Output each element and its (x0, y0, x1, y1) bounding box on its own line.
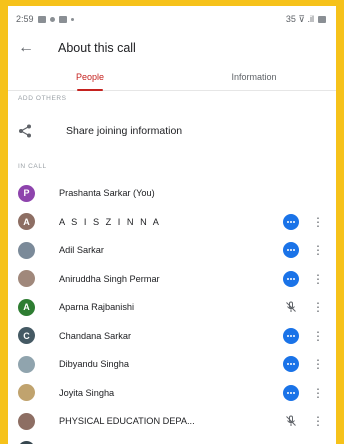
audio-active-icon (280, 327, 302, 344)
avatar (18, 241, 35, 259)
back-arrow-icon[interactable]: ← (18, 39, 58, 57)
audio-active-icon (280, 242, 302, 259)
status-right-text: 35 ⊽ .il (285, 13, 314, 24)
avatar: A (18, 298, 35, 316)
more-options-icon[interactable]: ⋮ (310, 330, 326, 342)
tab-bar: People Information (8, 64, 336, 91)
status-time: 2:59 (16, 14, 34, 24)
gallery-icon (37, 15, 46, 23)
avatar (18, 384, 35, 402)
status-bar: 2:59 35 ⊽ .il (8, 6, 336, 32)
participant-row[interactable]: SSumitra Sarkar⋮ (8, 436, 336, 444)
participant-name: Adil Sarkar (59, 245, 104, 256)
participant-row[interactable]: PPrashanta Sarkar (You)⋮ (8, 179, 336, 208)
participant-row[interactable]: Joyita Singha ⋮ (8, 379, 336, 408)
participant-row[interactable]: A Aparna Rajbanishi ⋮ (8, 293, 336, 322)
tab-people[interactable]: People (8, 64, 172, 90)
more-options-icon[interactable]: ⋮ (310, 387, 326, 399)
more-options-icon[interactable]: ⋮ (310, 415, 326, 427)
mic-off-icon (280, 415, 302, 427)
audio-active-icon (280, 356, 302, 373)
share-joining-info-row[interactable]: Share joining information (8, 111, 336, 151)
avatar (18, 355, 35, 373)
participant-list: P Prashanta Sarkar (You) ⋮ A A S I S Z I N N… (8, 179, 336, 444)
participant-name: Prashanta Sarkar (You) (59, 188, 155, 199)
section-add-others: ADD OTHERS (18, 95, 67, 102)
avatar (18, 412, 35, 430)
more-options-icon[interactable]: ⋮ (310, 273, 326, 285)
participant-name: Aparna Rajbanishi (59, 302, 135, 313)
participant-row[interactable]: Dibyandu Singha ⋮ (8, 350, 336, 379)
participant-name: PHYSICAL EDUCATION DEPA... (59, 416, 195, 427)
participant-row[interactable]: Aniruddha Singh Permar ⋮ (8, 265, 336, 294)
more-options-icon[interactable]: ⋮ (310, 244, 326, 256)
avatar (18, 270, 35, 288)
battery-icon (318, 15, 326, 23)
avatar: P (18, 184, 35, 202)
participant-name: Joyita Singha (59, 387, 115, 398)
audio-active-icon (280, 270, 302, 287)
app-bar: ← About this call (8, 32, 336, 64)
participant-name: A S I S Z I N N A (59, 216, 161, 227)
page-title: About this call (58, 41, 136, 55)
phone-screen: 2:59 35 ⊽ .il ← About this call People I… (8, 6, 336, 444)
participant-name: Aniruddha Singh Permar (59, 273, 160, 284)
more-options-icon[interactable]: ⋮ (310, 358, 326, 370)
participant-name: Chandana Sarkar (59, 330, 132, 341)
tab-information[interactable]: Information (172, 64, 336, 90)
audio-active-icon (280, 213, 302, 230)
share-icon (18, 124, 46, 138)
section-in-call: IN CALL (18, 163, 47, 170)
share-label: Share joining information (66, 125, 183, 137)
participant-row[interactable]: C Chandana Sarkar ⋮ (8, 322, 336, 351)
participant-name: Dibyandu Singha (59, 359, 129, 370)
avatar: A (18, 213, 35, 231)
settings-icon (49, 16, 55, 22)
chat-icon (58, 15, 67, 23)
participant-row[interactable]: PHYSICAL EDUCATION DEPA... ⋮ (8, 407, 336, 436)
status-left: 2:59 (16, 14, 74, 24)
more-options-icon[interactable]: ⋮ (310, 301, 326, 313)
more-options-icon[interactable]: ⋮ (310, 216, 326, 228)
participant-row[interactable]: Adil Sarkar ⋮ (8, 236, 336, 265)
participant-row[interactable]: A A S I S Z I N N A ⋮ (8, 208, 336, 237)
audio-active-icon (280, 384, 302, 401)
mic-off-icon (280, 301, 302, 313)
avatar: C (18, 327, 35, 345)
dot-icon (70, 17, 74, 21)
status-right: 35 ⊽ .il (286, 14, 326, 25)
